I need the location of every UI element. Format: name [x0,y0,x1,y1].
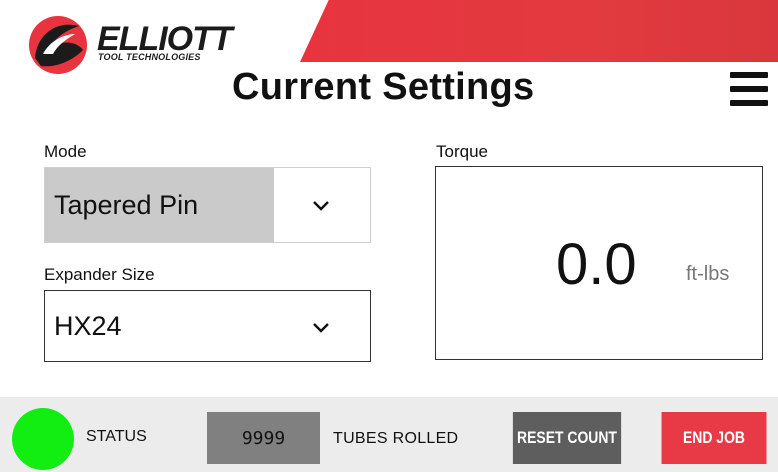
tubes-rolled-label: TUBES ROLLED [333,430,459,447]
hamburger-menu-icon[interactable] [730,72,768,108]
expander-size-label: Expander Size [44,265,155,284]
mode-label: Mode [44,142,87,161]
status-indicator [12,408,74,470]
tube-count: 9999 [207,412,320,464]
mode-select[interactable]: Tapered Pin [44,167,371,243]
end-job-button[interactable]: END JOB [661,412,767,464]
chevron-down-icon [313,323,329,333]
expander-size-value: HX24 [54,310,122,341]
brand-tagline: TOOL TECHNOLOGIES [98,52,201,62]
torque-label: Torque [436,142,488,161]
torque-display: 0.0 ft-lbs [435,166,763,360]
reset-count-button[interactable]: RESET COUNT [512,412,622,464]
mode-value: Tapered Pin [45,168,274,242]
torque-value: 0.0 [556,232,637,297]
torque-unit: ft-lbs [686,263,730,285]
chevron-down-icon [313,201,329,211]
elliott-logo-mark-icon [29,16,87,74]
status-label: STATUS [86,428,147,445]
brand-name: ELLIOTT [97,20,233,58]
elliott-logo: ELLIOTT TOOL TECHNOLOGIES [27,14,237,78]
expander-size-select[interactable]: HX24 [44,290,371,362]
page-title: Current Settings [232,66,535,108]
header-red-band [300,0,778,62]
